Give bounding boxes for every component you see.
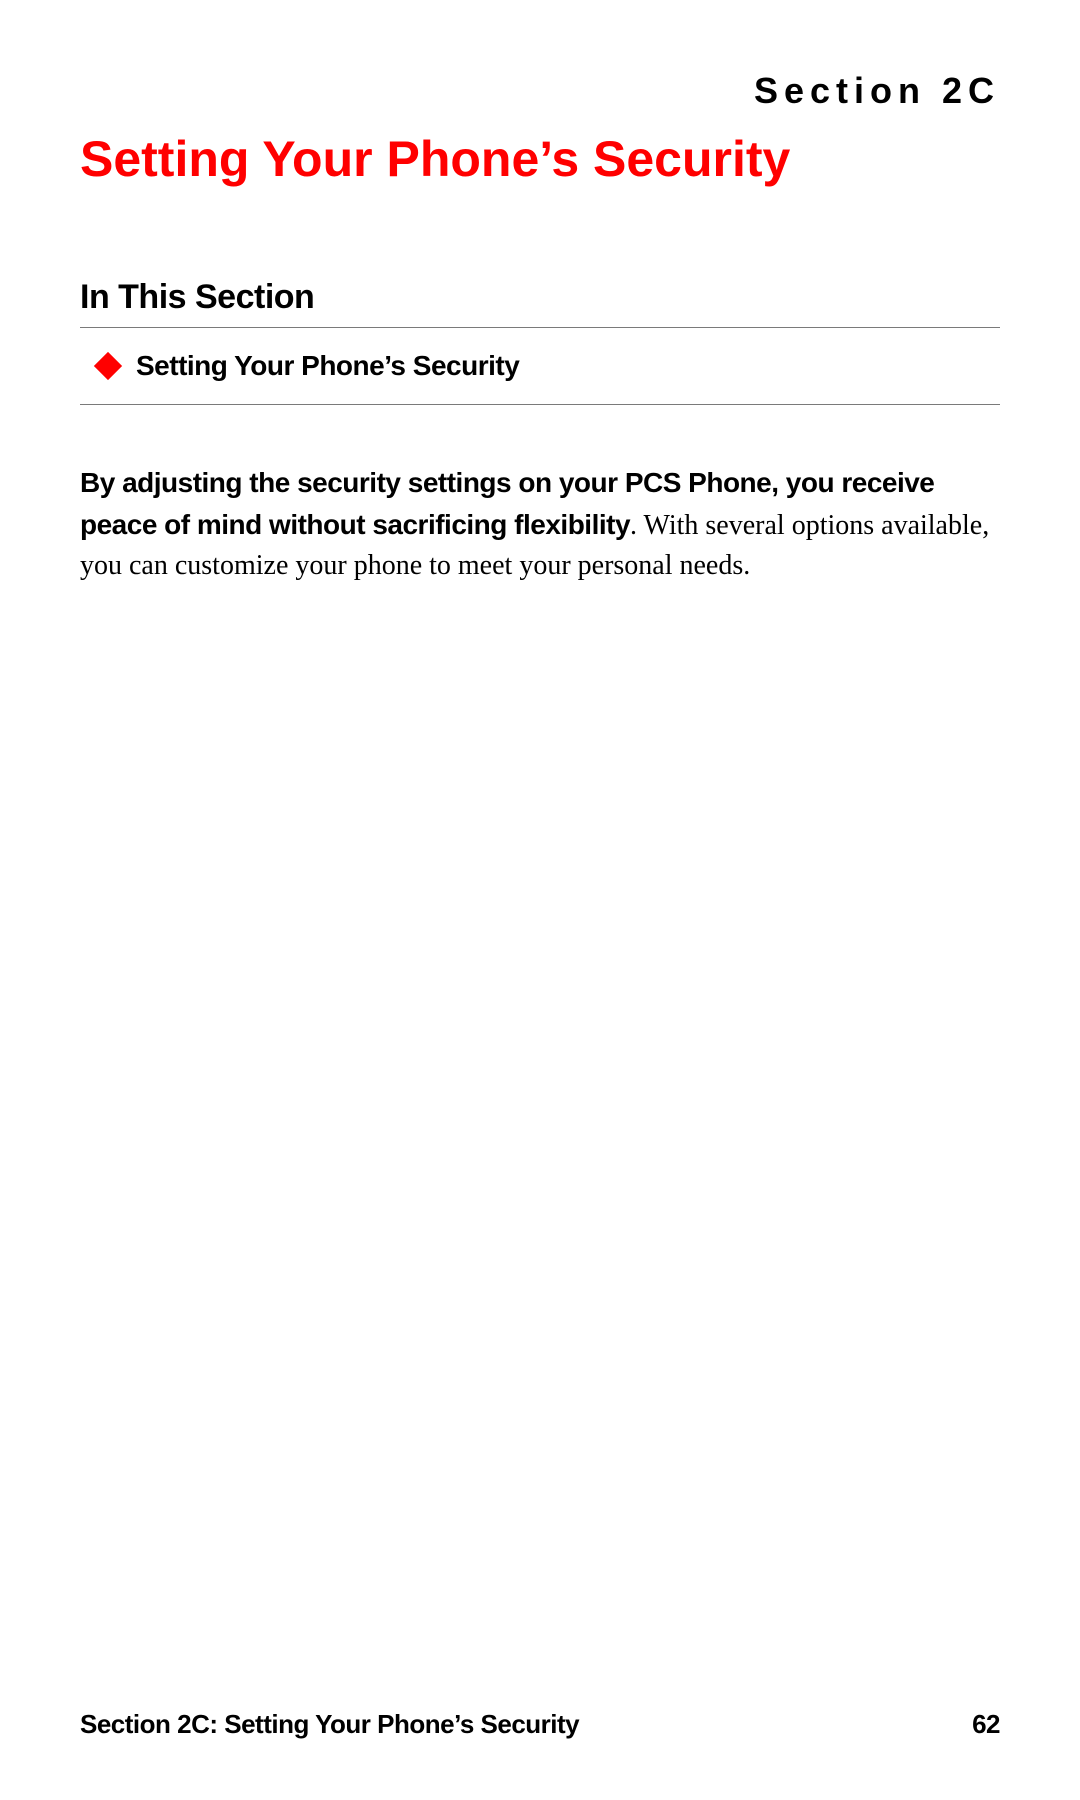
body-paragraph: By adjusting the security settings on yo… [80, 463, 1000, 587]
footer-left: Section 2C: Setting Your Phone’s Securit… [80, 1709, 579, 1740]
in-this-section-heading: In This Section [80, 278, 1000, 317]
toc-item: Setting Your Phone’s Security [98, 350, 1000, 382]
page-number: 62 [972, 1709, 1000, 1740]
divider [80, 404, 1000, 405]
page: Section 2C Setting Your Phone’s Security… [0, 0, 1080, 1800]
page-footer: Section 2C: Setting Your Phone’s Securit… [80, 1709, 1000, 1740]
toc-item-label: Setting Your Phone’s Security [136, 350, 519, 382]
divider [80, 327, 1000, 328]
page-title: Setting Your Phone’s Security [80, 130, 1000, 188]
section-label: Section 2C [80, 70, 1000, 112]
diamond-bullet-icon [94, 352, 122, 380]
